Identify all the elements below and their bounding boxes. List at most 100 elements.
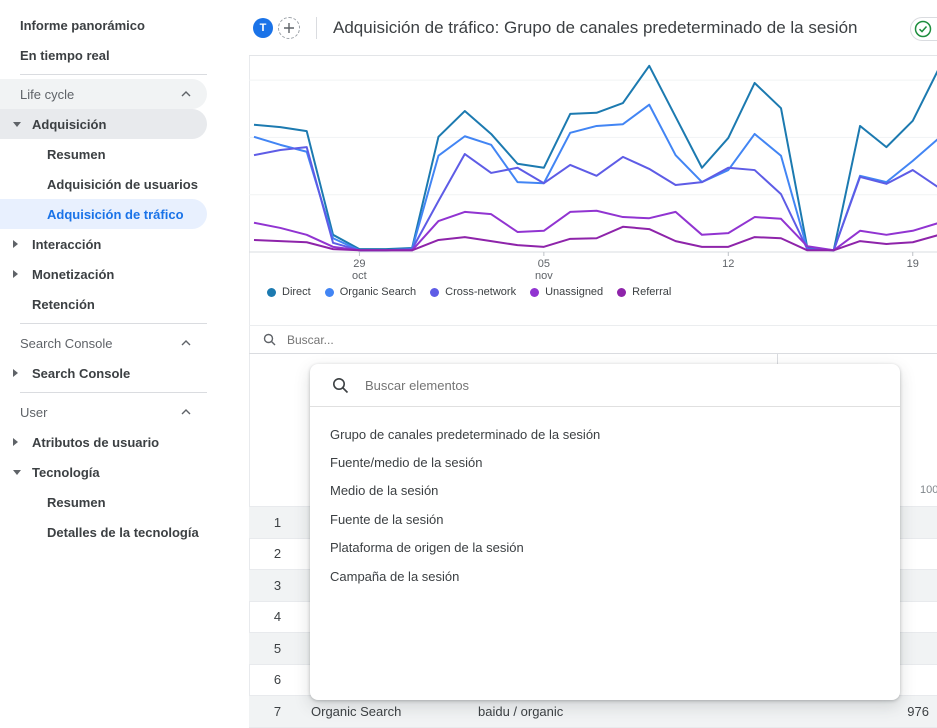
table-search-input[interactable]	[285, 332, 489, 348]
legend-dot	[430, 288, 439, 297]
sidebar-divider	[20, 392, 207, 393]
report-header: T Adquisición de tráfico: Grupo de canal…	[249, 0, 937, 56]
sidebar-item-tecnologia[interactable]: Tecnología	[0, 457, 207, 487]
dimension-option-campana-de-la-sesion[interactable]: Campaña de la sesión	[310, 562, 900, 590]
x-tick-label: 29oct	[339, 258, 379, 282]
series-line-direct	[254, 66, 937, 251]
series-line-organic-search	[254, 105, 937, 251]
dimension-option-fuente-medio-de-la-sesion[interactable]: Fuente/medio de la sesión	[310, 448, 900, 476]
row-index: 6	[249, 665, 306, 696]
sessions-cell: 976	[907, 696, 929, 727]
dimension-search-row[interactable]	[310, 364, 900, 407]
sidebar-item-label: Search Console	[0, 366, 130, 381]
legend-item-direct[interactable]: Direct	[267, 286, 311, 298]
sidebar-section-label: User	[20, 405, 47, 420]
channel-cell: Organic Search	[311, 696, 401, 727]
sidebar-section-label: Search Console	[20, 336, 113, 351]
source-medium-cell: baidu / organic	[478, 696, 563, 727]
row-index: 1	[249, 507, 306, 538]
legend-dot	[267, 288, 276, 297]
avatar[interactable]: T	[253, 18, 273, 38]
report-nav-sidebar: Informe panorámico En tiempo real Life cyc…	[0, 0, 249, 727]
sidebar-item-label: Informe panorámico	[0, 18, 145, 33]
arrow-collapsed-icon	[13, 240, 18, 248]
sidebar-item-label: En tiempo real	[0, 48, 110, 63]
sidebar-item-label: Atributos de usuario	[0, 435, 159, 450]
legend-item-unassigned[interactable]: Unassigned	[530, 286, 603, 298]
sidebar-divider	[20, 74, 207, 75]
sidebar-item-monetizacion[interactable]: Monetización	[0, 259, 207, 289]
x-tick-label: 12	[708, 258, 748, 270]
arrow-collapsed-icon	[13, 438, 18, 446]
dimension-options-list: Grupo de canales predeterminado de la se…	[310, 407, 900, 590]
search-icon	[332, 377, 349, 394]
dimension-option-medio-de-la-sesion[interactable]: Medio de la sesión	[310, 477, 900, 505]
sidebar-item-resumen[interactable]: Resumen	[0, 139, 207, 169]
sidebar-item-adquisicion-de-trafico[interactable]: Adquisición de tráfico	[0, 199, 207, 229]
header-divider	[316, 17, 317, 39]
sidebar-section-life-cycle[interactable]: Life cycle	[0, 79, 207, 109]
sidebar-section-user[interactable]: User	[0, 397, 207, 427]
sidebar-item-adquisicion-de-usuarios[interactable]: Adquisición de usuarios	[0, 169, 207, 199]
row-index: 2	[249, 539, 306, 570]
sidebar-item-label: Adquisición de usuarios	[0, 177, 198, 192]
sidebar-item-interaccion[interactable]: Interacción	[0, 229, 207, 259]
legend-label: Referral	[632, 286, 671, 298]
x-tick-label: 19	[893, 258, 933, 270]
legend-label: Organic Search	[340, 286, 416, 298]
add-comparison-button[interactable]	[278, 17, 300, 39]
arrow-expanded-icon	[13, 470, 21, 475]
arrow-collapsed-icon	[13, 369, 18, 377]
sidebar-item-en-tiempo-real[interactable]: En tiempo real	[0, 40, 207, 70]
sidebar-item-atributos-de-usuario[interactable]: Atributos de usuario	[0, 427, 207, 457]
arrow-expanded-icon	[13, 122, 21, 127]
sidebar-item-adquisicion[interactable]: Adquisición	[0, 109, 207, 139]
series-line-cross-network	[254, 147, 937, 250]
row-index: 5	[249, 633, 306, 664]
dimension-search-input[interactable]	[363, 377, 847, 394]
data-quality-chip[interactable]	[910, 17, 937, 41]
row-index: 7	[249, 696, 306, 727]
chevron-up-icon	[181, 409, 191, 415]
sidebar-item-detalles-de-la-tecnologia[interactable]: Detalles de la tecnología	[0, 517, 207, 547]
chevron-up-icon	[181, 91, 191, 97]
sidebar-section-label: Life cycle	[20, 87, 74, 102]
sidebar-item-resumen[interactable]: Resumen	[0, 487, 207, 517]
dimension-option-grupo-de-canales-predeterminado-de-la-sesion[interactable]: Grupo de canales predeterminado de la se…	[310, 420, 900, 448]
dimension-option-fuente-de-la-sesion[interactable]: Fuente de la sesión	[310, 505, 900, 533]
legend-item-organic-search[interactable]: Organic Search	[325, 286, 416, 298]
dimension-picker-dropdown: Grupo de canales predeterminado de la se…	[310, 364, 900, 700]
sidebar-item-label: Detalles de la tecnología	[0, 525, 199, 540]
metric-total-fragment: 100	[920, 484, 937, 496]
dimension-option-plataforma-de-origen-de-la-sesion[interactable]: Plataforma de origen de la sesión	[310, 534, 900, 562]
sidebar-item-label: Adquisición de tráfico	[0, 207, 184, 222]
legend-dot	[530, 288, 539, 297]
legend-label: Direct	[282, 286, 311, 298]
legend-item-cross-network[interactable]: Cross-network	[430, 286, 516, 298]
sidebar-item-label: Retención	[0, 297, 95, 312]
sidebar-item-label: Resumen	[0, 495, 106, 510]
sidebar-item-label: Resumen	[0, 147, 106, 162]
legend-label: Unassigned	[545, 286, 603, 298]
arrow-collapsed-icon	[13, 270, 18, 278]
legend-item-referral[interactable]: Referral	[617, 286, 671, 298]
check-circle-icon	[914, 20, 932, 38]
search-icon	[263, 333, 276, 346]
sessions-over-time-chart[interactable]: 29oct 05nov 12 19 Direct Organic Search Cross…	[249, 56, 937, 325]
chart-legend: Direct Organic Search Cross-network Unassig…	[267, 286, 671, 298]
table-search-bar[interactable]	[249, 325, 937, 353]
page-title: Adquisición de tráfico: Grupo de canales…	[333, 0, 858, 56]
chevron-up-icon	[181, 340, 191, 346]
plus-icon	[283, 22, 295, 34]
sidebar-item-search-console[interactable]: Search Console	[0, 358, 207, 388]
line-chart-canvas[interactable]	[249, 56, 937, 256]
sidebar-item-informe-panoramico[interactable]: Informe panorámico	[0, 10, 207, 40]
legend-dot	[325, 288, 334, 297]
sidebar-section-search-console[interactable]: Search Console	[0, 328, 207, 358]
row-index: 3	[249, 570, 306, 601]
row-index: 4	[249, 602, 306, 633]
x-tick-label: 05nov	[524, 258, 564, 282]
legend-dot	[617, 288, 626, 297]
sidebar-item-retencion[interactable]: Retención	[0, 289, 207, 319]
legend-label: Cross-network	[445, 286, 516, 298]
